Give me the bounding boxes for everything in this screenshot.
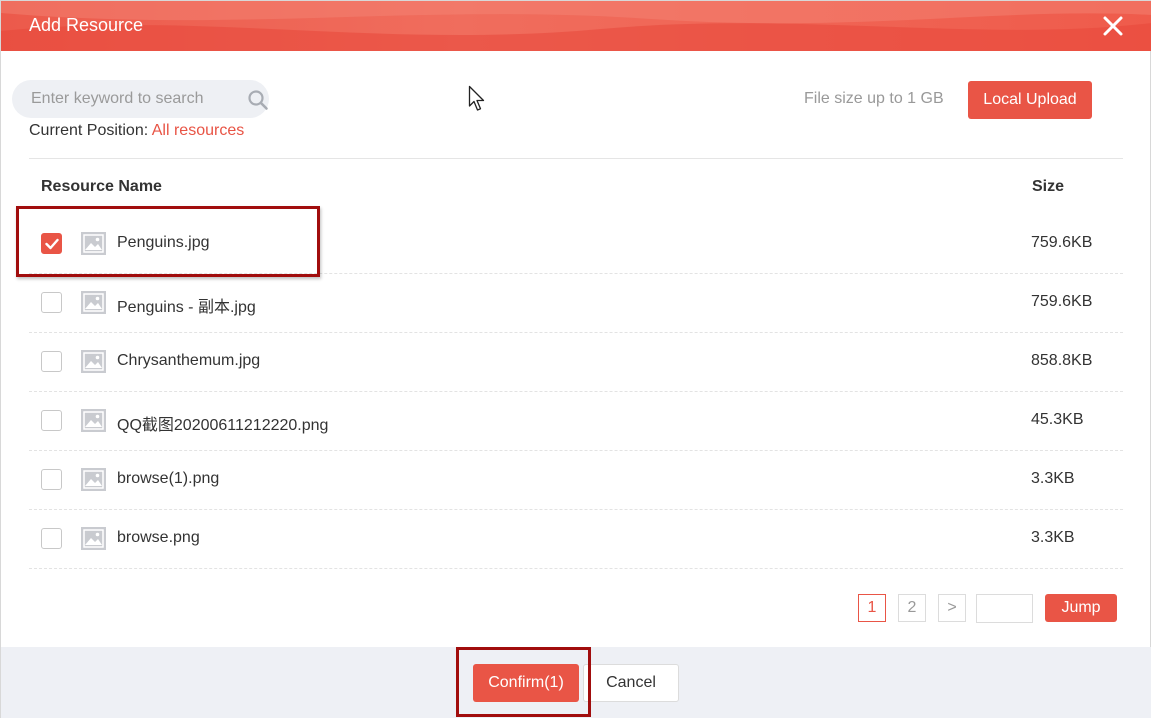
- confirm-button[interactable]: Confirm(1): [473, 664, 579, 702]
- row-checkbox[interactable]: [41, 233, 62, 254]
- add-resource-dialog: Add Resource Current Position: All resou…: [0, 0, 1151, 718]
- image-icon: [81, 291, 106, 314]
- column-header-size: Size: [1032, 178, 1065, 195]
- close-icon[interactable]: [1102, 15, 1124, 37]
- divider: [29, 158, 1123, 159]
- file-name[interactable]: browse.png: [117, 529, 200, 547]
- file-name[interactable]: browse(1).png: [117, 470, 219, 488]
- table-row[interactable]: Penguins.jpg 759.6KB: [29, 215, 1123, 274]
- file-size: 3.3KB: [1031, 529, 1075, 546]
- checkmark-icon: [45, 238, 59, 250]
- jump-button[interactable]: Jump: [1045, 594, 1117, 622]
- cancel-button[interactable]: Cancel: [583, 664, 679, 702]
- page-2-button[interactable]: 2: [898, 594, 926, 622]
- image-icon: [81, 409, 106, 432]
- table-row[interactable]: QQ截图20200611212220.png 45.3KB: [29, 392, 1123, 451]
- file-name[interactable]: Chrysanthemum.jpg: [117, 352, 260, 370]
- page-1-button[interactable]: 1: [858, 594, 886, 622]
- file-size: 45.3KB: [1031, 411, 1084, 428]
- image-icon: [81, 527, 106, 550]
- resource-list: Penguins.jpg 759.6KB Penguins - 副本.jpg 7…: [29, 215, 1123, 569]
- table-row[interactable]: browse(1).png 3.3KB: [29, 451, 1123, 510]
- file-size-limit: File size up to 1 GB: [804, 90, 944, 107]
- header-wave-decoration: [1, 1, 1151, 51]
- row-checkbox[interactable]: [41, 469, 62, 490]
- column-header-resource-name: Resource Name: [41, 178, 162, 195]
- file-size: 759.6KB: [1031, 234, 1093, 251]
- all-resources-link[interactable]: All resources: [152, 122, 244, 139]
- table-row[interactable]: Penguins - 副本.jpg 759.6KB: [29, 274, 1123, 333]
- local-upload-button[interactable]: Local Upload: [968, 81, 1092, 119]
- image-icon: [81, 232, 106, 255]
- search-icon[interactable]: [247, 89, 269, 111]
- image-icon: [81, 468, 106, 491]
- file-name[interactable]: QQ截图20200611212220.png: [117, 411, 328, 435]
- search-input[interactable]: [12, 80, 232, 118]
- dialog-header: Add Resource: [1, 1, 1151, 51]
- dialog-title: Add Resource: [29, 15, 144, 35]
- row-checkbox[interactable]: [41, 410, 62, 431]
- row-checkbox[interactable]: [41, 528, 62, 549]
- row-checkbox[interactable]: [41, 292, 62, 313]
- table-row[interactable]: Chrysanthemum.jpg 858.8KB: [29, 333, 1123, 392]
- jump-page-input[interactable]: [976, 594, 1033, 623]
- image-icon: [81, 350, 106, 373]
- file-size: 3.3KB: [1031, 470, 1075, 487]
- row-checkbox[interactable]: [41, 351, 62, 372]
- current-position-label: Current Position:: [29, 122, 149, 139]
- file-name[interactable]: Penguins.jpg: [117, 234, 210, 252]
- current-position: Current Position: All resources: [29, 122, 244, 140]
- file-size: 759.6KB: [1031, 293, 1093, 310]
- next-page-button[interactable]: >: [938, 594, 966, 622]
- file-name[interactable]: Penguins - 副本.jpg: [117, 293, 256, 317]
- mouse-pointer-icon: [468, 85, 485, 111]
- search-box: [12, 80, 269, 118]
- file-size: 858.8KB: [1031, 352, 1093, 369]
- table-row[interactable]: browse.png 3.3KB: [29, 510, 1123, 569]
